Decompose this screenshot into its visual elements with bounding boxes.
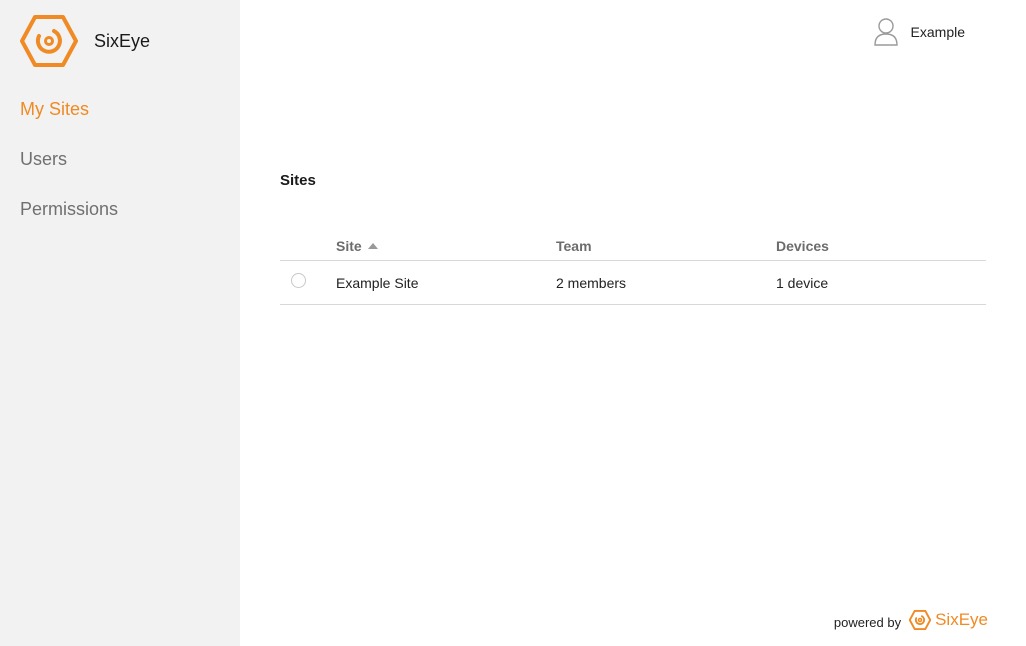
cell-devices: 1 device — [776, 274, 829, 291]
user-menu[interactable]: Example — [873, 17, 965, 47]
sites-table: Site Team Devices Example Site 2 members… — [280, 232, 986, 305]
column-header-site-label: Site — [336, 238, 362, 254]
sidebar: SixEye My Sites Users Permissions — [0, 0, 240, 646]
powered-by-label: powered by — [833, 614, 902, 630]
sidebar-nav: My Sites Users Permissions — [20, 96, 118, 246]
footer: powered by SixEye — [834, 610, 988, 630]
user-name: Example — [910, 24, 965, 40]
user-avatar-icon — [873, 18, 898, 46]
sixeye-small-logo-icon — [909, 610, 932, 630]
footer-brand-name[interactable]: SixEye — [935, 610, 988, 630]
sidebar-item-my-sites[interactable]: My Sites — [20, 96, 118, 146]
column-header-devices[interactable]: Devices — [776, 238, 986, 254]
table-row[interactable]: Example Site 2 members 1 device — [280, 261, 986, 305]
column-header-team[interactable]: Team — [556, 238, 776, 254]
brand-name: SixEye — [94, 30, 151, 51]
page-title: Sites — [280, 172, 316, 189]
main-content: Example Sites Site Team Devices Example … — [240, 0, 1026, 646]
cell-site: Example Site — [336, 274, 419, 291]
brand[interactable]: SixEye — [20, 15, 150, 67]
row-select-cell — [280, 273, 336, 288]
cell-team: 2 members — [556, 274, 627, 291]
column-header-team-label: Team — [556, 238, 592, 254]
column-header-devices-label: Devices — [776, 238, 829, 254]
column-header-site[interactable]: Site — [336, 238, 556, 254]
sixeye-logo-icon — [20, 15, 78, 67]
sidebar-item-users[interactable]: Users — [20, 146, 118, 196]
table-header: Site Team Devices — [280, 232, 986, 261]
row-select-radio[interactable] — [291, 273, 306, 288]
sort-ascending-icon — [367, 243, 378, 249]
sidebar-item-permissions[interactable]: Permissions — [20, 196, 118, 246]
